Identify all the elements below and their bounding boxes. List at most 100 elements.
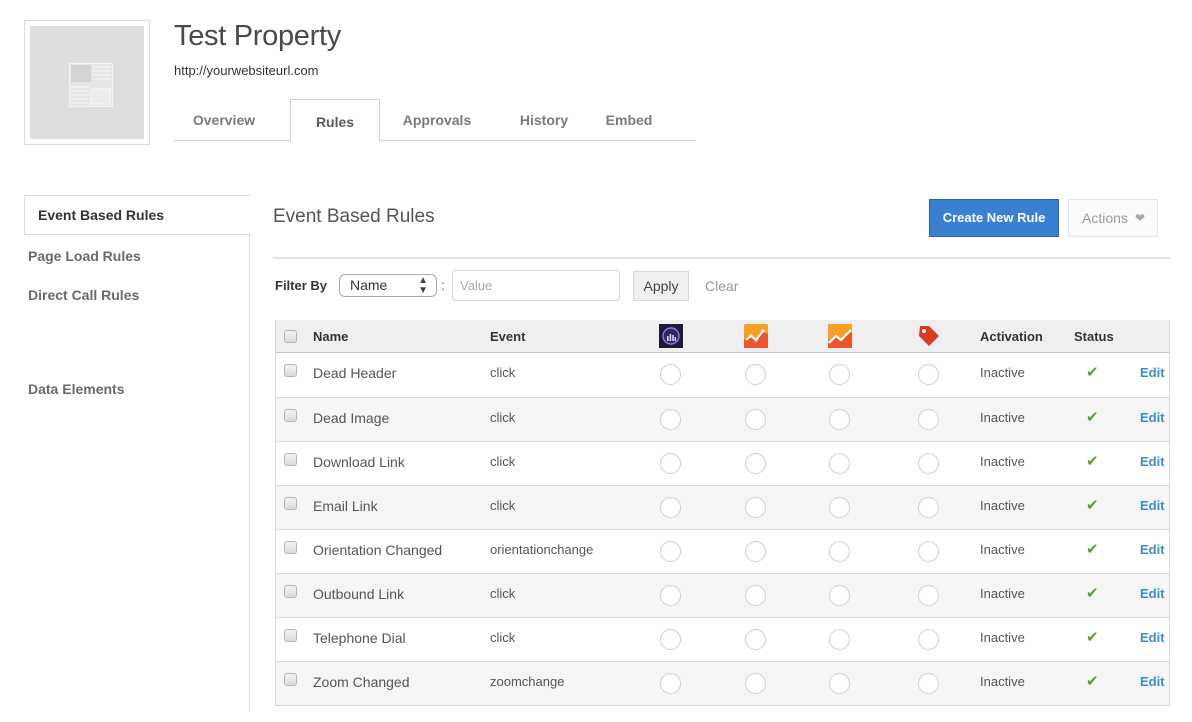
column-header-status[interactable]: Status <box>1074 329 1114 344</box>
tag-radio[interactable] <box>918 585 939 606</box>
tag-radio[interactable] <box>918 629 939 650</box>
adobe-analytics-icon <box>659 324 683 348</box>
google-universal-analytics-radio[interactable] <box>829 497 850 518</box>
google-universal-analytics-radio[interactable] <box>829 364 850 385</box>
google-analytics-radio[interactable] <box>745 629 766 650</box>
table-row: Outbound Link click Inactive ✔ Edit <box>276 573 1169 617</box>
sidebar-item-data-elements[interactable]: Data Elements <box>28 381 124 397</box>
rule-name[interactable]: Email Link <box>313 498 378 514</box>
chevron-down-icon: ❤ <box>1134 211 1145 225</box>
tab-overview[interactable]: Overview <box>174 99 274 141</box>
tab-embed[interactable]: Embed <box>594 99 664 141</box>
rule-name[interactable]: Dead Header <box>313 365 396 381</box>
tag-radio[interactable] <box>918 364 939 385</box>
tab-history[interactable]: History <box>504 99 584 141</box>
adobe-analytics-radio[interactable] <box>660 629 681 650</box>
row-checkbox[interactable] <box>284 453 297 466</box>
select-all-checkbox[interactable] <box>284 330 297 343</box>
checkmark-icon: ✔ <box>1086 629 1099 646</box>
google-analytics-radio[interactable] <box>745 453 766 474</box>
edit-rule-link[interactable]: Edit <box>1140 630 1165 645</box>
row-checkbox[interactable] <box>284 629 297 642</box>
google-universal-analytics-radio[interactable] <box>829 541 850 562</box>
rule-name[interactable]: Zoom Changed <box>313 674 410 690</box>
tab-rules[interactable]: Rules <box>290 99 380 142</box>
edit-rule-link[interactable]: Edit <box>1140 498 1165 513</box>
tag-radio[interactable] <box>918 409 939 430</box>
rule-activation: Inactive <box>980 586 1025 601</box>
create-new-rule-button[interactable]: Create New Rule <box>929 199 1059 237</box>
filter-field-select[interactable]: Name ▲ ▼ <box>339 274 437 297</box>
adobe-analytics-radio[interactable] <box>660 673 681 694</box>
row-checkbox[interactable] <box>284 673 297 686</box>
google-analytics-radio[interactable] <box>745 585 766 606</box>
edit-rule-link[interactable]: Edit <box>1140 410 1165 425</box>
rule-event: click <box>490 630 516 645</box>
adobe-analytics-radio[interactable] <box>660 453 681 474</box>
rules-sidebar: Event Based Rules Page Load Rules Direct… <box>24 195 251 712</box>
checkmark-icon: ✔ <box>1086 673 1099 690</box>
row-checkbox[interactable] <box>284 585 297 598</box>
tag-icon <box>919 326 939 346</box>
adobe-analytics-radio[interactable] <box>660 541 681 562</box>
adobe-analytics-radio[interactable] <box>660 497 681 518</box>
rules-table: Name Event Activation Status Dead Header… <box>275 320 1170 706</box>
table-row: Orientation Changed orientationchange In… <box>276 529 1169 573</box>
property-url: http://yourwebsiteurl.com <box>174 63 319 78</box>
edit-rule-link[interactable]: Edit <box>1140 454 1165 469</box>
column-header-event[interactable]: Event <box>490 329 525 344</box>
header-divider <box>273 257 1170 259</box>
google-universal-analytics-radio[interactable] <box>829 409 850 430</box>
tag-radio[interactable] <box>918 453 939 474</box>
sidebar-item-event-based-rules[interactable]: Event Based Rules <box>24 195 251 235</box>
apply-filter-button[interactable]: Apply <box>633 271 689 301</box>
adobe-analytics-radio[interactable] <box>660 585 681 606</box>
adobe-analytics-radio[interactable] <box>660 364 681 385</box>
google-analytics-radio[interactable] <box>745 409 766 430</box>
rule-name[interactable]: Dead Image <box>313 410 389 426</box>
checkmark-icon: ✔ <box>1086 409 1099 426</box>
column-header-activation[interactable]: Activation <box>980 329 1043 344</box>
edit-rule-link[interactable]: Edit <box>1140 586 1165 601</box>
filter-value-input[interactable] <box>452 270 620 301</box>
rule-name[interactable]: Orientation Changed <box>313 542 442 558</box>
row-checkbox[interactable] <box>284 497 297 510</box>
rule-activation: Inactive <box>980 674 1025 689</box>
adobe-analytics-radio[interactable] <box>660 409 681 430</box>
tag-radio[interactable] <box>918 541 939 562</box>
rule-name[interactable]: Telephone Dial <box>313 630 406 646</box>
row-checkbox[interactable] <box>284 364 297 377</box>
google-analytics-radio[interactable] <box>745 364 766 385</box>
edit-rule-link[interactable]: Edit <box>1140 542 1165 557</box>
sidebar-item-direct-call-rules[interactable]: Direct Call Rules <box>28 287 139 303</box>
google-analytics-radio[interactable] <box>745 497 766 518</box>
google-universal-analytics-radio[interactable] <box>829 453 850 474</box>
google-analytics-radio[interactable] <box>745 541 766 562</box>
row-checkbox[interactable] <box>284 409 297 422</box>
clear-filter-button[interactable]: Clear <box>705 278 738 294</box>
google-analytics-radio[interactable] <box>745 673 766 694</box>
rule-activation: Inactive <box>980 365 1025 380</box>
table-row: Dead Header click Inactive ✔ Edit <box>276 353 1169 397</box>
rule-event: click <box>490 498 516 513</box>
google-universal-analytics-radio[interactable] <box>829 673 850 694</box>
tag-radio[interactable] <box>918 673 939 694</box>
rule-name[interactable]: Download Link <box>313 454 405 470</box>
row-checkbox[interactable] <box>284 541 297 554</box>
table-row: Telephone Dial click Inactive ✔ Edit <box>276 617 1169 661</box>
edit-rule-link[interactable]: Edit <box>1140 365 1165 380</box>
tab-approvals[interactable]: Approvals <box>392 99 482 141</box>
google-universal-analytics-radio[interactable] <box>829 629 850 650</box>
tag-radio[interactable] <box>918 497 939 518</box>
rule-activation: Inactive <box>980 542 1025 557</box>
page-title: Event Based Rules <box>273 206 435 227</box>
sidebar-item-page-load-rules[interactable]: Page Load Rules <box>28 248 141 264</box>
edit-rule-link[interactable]: Edit <box>1140 674 1165 689</box>
actions-dropdown-button[interactable]: Actions ❤ <box>1068 199 1158 237</box>
column-header-name[interactable]: Name <box>313 329 348 344</box>
google-analytics-icon <box>744 324 768 348</box>
rule-event: click <box>490 586 516 601</box>
rule-activation: Inactive <box>980 630 1025 645</box>
google-universal-analytics-radio[interactable] <box>829 585 850 606</box>
rule-name[interactable]: Outbound Link <box>313 586 404 602</box>
